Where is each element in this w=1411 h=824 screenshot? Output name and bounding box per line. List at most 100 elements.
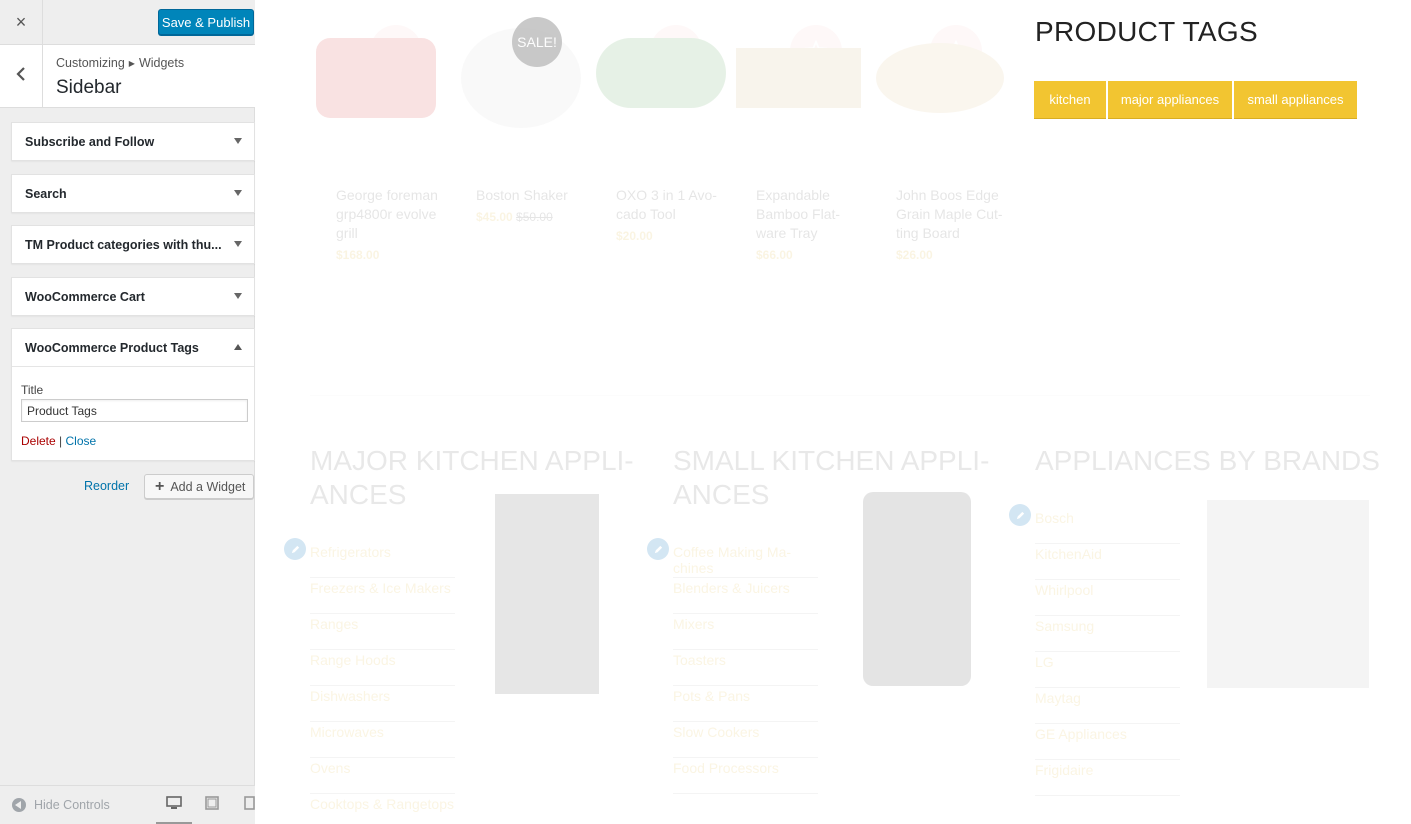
list-item[interactable]: Freezers & Ice Makers [310, 578, 455, 614]
list-item[interactable]: GE Appliances [1035, 724, 1180, 760]
collapse-icon [12, 798, 26, 812]
section-title: Sidebar [56, 77, 122, 98]
triangle-right-icon: ▶ [128, 59, 135, 68]
list-item[interactable]: Blenders & Juicers [673, 578, 818, 614]
sale-badge: SALE! [512, 17, 562, 67]
widget-woocommerce-product-tags[interactable]: WooCommerce Product Tags Title Delete | … [11, 328, 255, 461]
list-item[interactable]: Toasters [673, 650, 818, 686]
list-item[interactable]: Microwaves [310, 722, 455, 758]
plus-icon: + [155, 477, 165, 495]
list-item[interactable]: Ovens [310, 758, 455, 794]
site-preview: George foreman grp4800r evolve grill $168… [255, 0, 1411, 824]
widget-title: Search [25, 186, 67, 201]
widget-title: TM Product categories with thu... [25, 237, 222, 252]
list-item[interactable]: Dishwashers [310, 686, 455, 722]
reorder-link[interactable]: Reorder [84, 479, 129, 493]
widget-subscribe-and-follow[interactable]: Subscribe and Follow [11, 122, 255, 161]
product-tags-title: PRODUCT TAGS [1035, 16, 1258, 47]
product-price: $168.00 [336, 248, 380, 262]
fridge-image [495, 494, 599, 694]
widget-woocommerce-cart[interactable]: WooCommerce Cart [11, 277, 255, 316]
brands-list: Bosch KitchenAid Whirlpool Samsung LG Ma… [1035, 508, 1180, 796]
product-card[interactable]: George foreman grp4800r evolve grill $168… [311, 8, 449, 276]
list-item[interactable]: Cooktops & Rangetops [310, 794, 455, 824]
list-item[interactable]: Frigidaire [1035, 760, 1180, 796]
list-item[interactable]: Coffee Making Ma-chines [673, 542, 818, 578]
list-item[interactable]: Pots & Pans [673, 686, 818, 722]
hide-controls-label: Hide Controls [34, 798, 110, 812]
customizer-header: × Save & Publish [0, 0, 255, 45]
title-input[interactable] [21, 399, 248, 422]
close-link[interactable]: Close [66, 434, 97, 448]
product-card[interactable]: OXO 3 in 1 Avo-cado Tool $20.00 [591, 8, 729, 276]
add-widget-button[interactable]: + Add a Widget [144, 474, 254, 499]
dishwasher-image [1207, 500, 1369, 688]
triangle-down-icon[interactable] [234, 190, 242, 196]
breadcrumb: Customizing ▶ Widgets [56, 56, 185, 70]
product-card[interactable]: Expandable Bamboo Flat-ware Tray $66.00 [731, 8, 869, 276]
tablet-icon[interactable] [205, 796, 219, 815]
tag-major-appliances[interactable]: major appliances [1108, 81, 1232, 118]
desktop-icon[interactable] [166, 796, 182, 815]
list-item[interactable]: LG [1035, 652, 1180, 688]
product-image [316, 38, 436, 118]
hide-controls-button[interactable]: Hide Controls [12, 798, 110, 812]
edit-pencil-icon[interactable] [647, 538, 669, 560]
triangle-down-icon[interactable] [234, 293, 242, 299]
list-item[interactable]: Bosch [1035, 508, 1180, 544]
product-price: $66.00 [756, 248, 793, 262]
customizer-footer: Hide Controls [0, 785, 255, 824]
close-icon[interactable]: × [0, 0, 43, 44]
tag-small-appliances[interactable]: small appliances [1234, 81, 1357, 118]
list-item[interactable]: Whirlpool [1035, 580, 1180, 616]
product-name[interactable]: George foreman grp4800r evolve grill $168… [336, 186, 446, 265]
product-image [736, 48, 861, 108]
edit-pencil-icon[interactable] [284, 538, 306, 560]
separator: | [59, 434, 63, 448]
brands-title: APPLIANCES BY BRANDS [1035, 445, 1380, 476]
list-item[interactable]: Samsung [1035, 616, 1180, 652]
customizer-sidebar: × Save & Publish Customizing ▶ Widgets Sid… [0, 0, 255, 824]
widget-title: WooCommerce Cart [25, 289, 145, 304]
widget-search[interactable]: Search [11, 174, 255, 213]
delete-link[interactable]: Delete [21, 434, 56, 448]
product-price: $26.00 [896, 248, 933, 262]
triangle-down-icon[interactable] [234, 138, 242, 144]
small-appliances-list: Coffee Making Ma-chines Blenders & Juice… [673, 542, 818, 794]
list-item[interactable]: Refrigerators [310, 542, 455, 578]
edit-pencil-icon[interactable] [1009, 504, 1031, 526]
product-name[interactable]: Expandable Bamboo Flat-ware Tray $66.00 [756, 186, 866, 265]
triangle-up-icon[interactable] [234, 344, 242, 350]
list-item[interactable]: Maytag [1035, 688, 1180, 724]
title-label: Title [21, 383, 44, 397]
widget-tm-product-categories[interactable]: TM Product categories with thu... [11, 225, 255, 264]
product-card[interactable]: John Boos Edge Grain Maple Cut-ting Boar… [871, 8, 1009, 276]
product-name[interactable]: Boston Shaker $45.00 $50.00 [476, 186, 586, 227]
divider [310, 395, 1370, 396]
widget-title: WooCommerce Product Tags [25, 340, 199, 355]
product-image [876, 43, 1004, 113]
product-image [596, 38, 726, 108]
list-item[interactable]: KitchenAid [1035, 544, 1180, 580]
list-item[interactable]: Ranges [310, 614, 455, 650]
list-item[interactable]: Mixers [673, 614, 818, 650]
product-price: $20.00 [616, 229, 653, 243]
major-appliances-list: Refrigerators Freezers & Ice Makers Rang… [310, 542, 455, 824]
triangle-down-icon[interactable] [234, 241, 242, 247]
coffee-machine-image [863, 492, 971, 686]
product-name[interactable]: John Boos Edge Grain Maple Cut-ting Boar… [896, 186, 1006, 265]
save-publish-button[interactable]: Save & Publish [158, 9, 254, 35]
section-header: Customizing ▶ Widgets Sidebar [0, 45, 255, 108]
list-item[interactable]: Food Processors [673, 758, 818, 794]
list-item[interactable]: Slow Cookers [673, 722, 818, 758]
widget-title: Subscribe and Follow [25, 134, 155, 149]
product-price: $45.00 $50.00 [476, 210, 553, 224]
chevron-left-icon [16, 67, 26, 86]
add-widget-label: Add a Widget [170, 479, 246, 494]
back-button[interactable] [0, 45, 43, 108]
mobile-icon[interactable] [244, 796, 255, 815]
widget-form: Title Delete | Close [12, 366, 254, 460]
tag-kitchen[interactable]: kitchen [1034, 81, 1106, 118]
list-item[interactable]: Range Hoods [310, 650, 455, 686]
product-name[interactable]: OXO 3 in 1 Avo-cado Tool $20.00 [616, 186, 726, 246]
